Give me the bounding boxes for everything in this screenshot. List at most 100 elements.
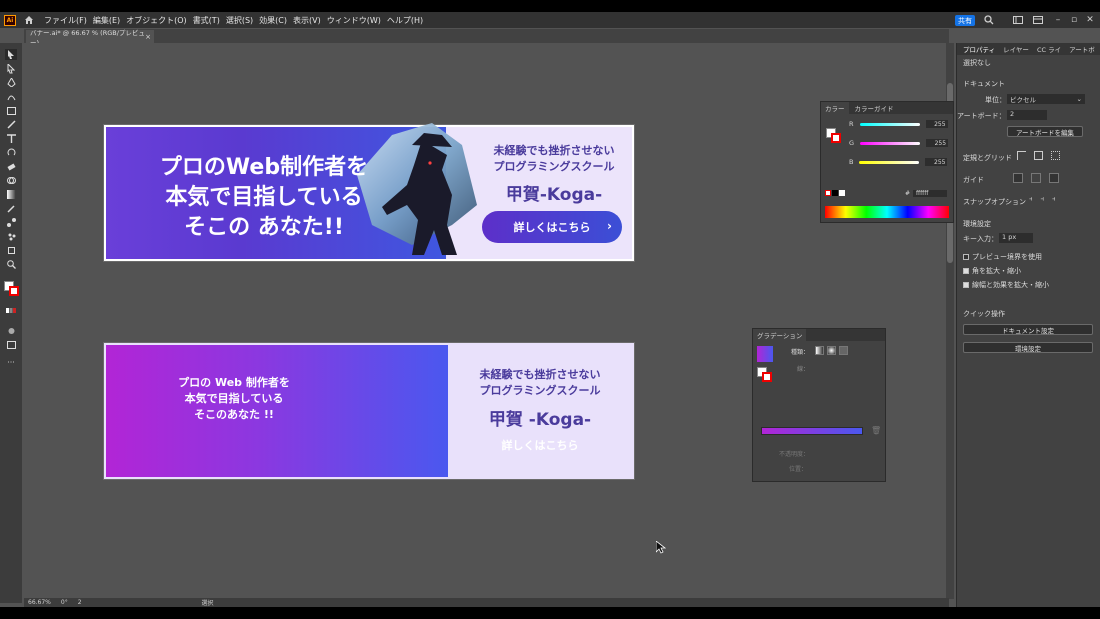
tab-artboards[interactable]: アートボ	[1069, 44, 1095, 54]
track-b[interactable]	[859, 160, 920, 164]
eyedropper-tool-icon[interactable]	[5, 203, 17, 214]
slider-g[interactable]: G 255	[849, 139, 949, 147]
snap-pixel-icon[interactable]: ⫞	[1041, 195, 1045, 204]
paintbrush-tool-icon[interactable]	[5, 119, 17, 130]
color-stroke-swatch[interactable]	[831, 133, 841, 143]
minimize-icon[interactable]: –	[1052, 14, 1064, 26]
type-tool-icon[interactable]	[5, 133, 17, 144]
snap-point-icon[interactable]: ⫞	[1029, 195, 1033, 204]
hex-value[interactable]: ffffff	[913, 190, 948, 197]
trash-icon[interactable]: 🗑	[871, 426, 881, 435]
edit-artboard-button[interactable]: アートボードを編集	[1007, 126, 1083, 137]
artboard-banner-1[interactable]: プロのWeb制作者を 本気で目指している そこの あなた!! 未経験でも挫折させ…	[104, 123, 634, 261]
tab-color[interactable]: カラー	[821, 102, 849, 114]
tab-properties[interactable]: プロパティ	[963, 44, 995, 54]
shape-builder-tool-icon[interactable]	[5, 175, 17, 186]
linear-gradient-icon[interactable]	[815, 346, 824, 355]
home-icon[interactable]	[22, 13, 36, 27]
ruler-icon[interactable]	[1017, 151, 1026, 160]
unit-select[interactable]: ピクセル ⌄	[1007, 94, 1085, 104]
guides-icons[interactable]	[1013, 173, 1059, 183]
grid-icon[interactable]	[1034, 151, 1043, 160]
arrange-icon[interactable]	[1032, 14, 1044, 26]
rectangle-tool-icon[interactable]	[5, 105, 17, 116]
restore-icon[interactable]: ▫	[1068, 14, 1080, 26]
zoom-level[interactable]: 66.67%	[28, 599, 51, 606]
gradient-slider[interactable]	[761, 427, 863, 435]
smart-guides-icon[interactable]	[1049, 173, 1059, 183]
direct-selection-tool-icon[interactable]	[5, 63, 17, 74]
close-icon[interactable]: ✕	[1084, 14, 1096, 26]
menu-effect[interactable]: 効果(C)	[259, 15, 287, 26]
slider-b[interactable]: B 255	[849, 158, 949, 166]
hex-field[interactable]: # ffffff	[905, 190, 948, 197]
tab-layers[interactable]: レイヤー	[1003, 44, 1029, 54]
rotation-value[interactable]: 0°	[61, 599, 68, 606]
menu-select[interactable]: 選択(S)	[226, 15, 253, 26]
tab-cc-libraries[interactable]: CC ライ	[1037, 44, 1061, 54]
scale-strokes-checkbox[interactable]	[963, 282, 969, 288]
gradient-preview-swatch[interactable]	[757, 346, 773, 362]
value-r[interactable]: 255	[925, 120, 948, 128]
gradient-stroke-swatch[interactable]	[762, 372, 772, 382]
draw-mode-icon[interactable]	[5, 325, 17, 336]
menu-view[interactable]: 表示(V)	[293, 15, 321, 26]
canvas[interactable]: プロのWeb制作者を 本気で目指している そこの あなた!! 未経験でも挫折させ…	[24, 43, 946, 599]
track-r[interactable]	[859, 122, 920, 126]
artboard-tool-icon[interactable]	[5, 245, 17, 256]
keyboard-increment-input[interactable]: 1 px	[999, 233, 1033, 243]
none-black-white-swatches[interactable]	[825, 190, 845, 197]
curvature-tool-icon[interactable]	[5, 91, 17, 102]
close-tab-icon[interactable]: ×	[145, 33, 151, 41]
track-g[interactable]	[860, 141, 921, 145]
workspace-icon[interactable]	[1012, 14, 1024, 26]
artboard-select[interactable]: 2	[1007, 110, 1047, 120]
preview-bounds-checkbox[interactable]	[963, 254, 969, 260]
gradient-tool-icon[interactable]	[5, 189, 17, 200]
menu-object[interactable]: オブジェクト(O)	[126, 15, 187, 26]
menu-window[interactable]: ウィンドウ(W)	[327, 15, 381, 26]
menu-type[interactable]: 書式(T)	[193, 15, 220, 26]
snap-icons[interactable]: ⫞ ⫞ ⫞	[1029, 195, 1056, 204]
menu-edit[interactable]: 編集(E)	[93, 15, 120, 26]
eraser-tool-icon[interactable]	[5, 161, 17, 172]
transparency-grid-icon[interactable]	[1051, 151, 1060, 160]
lock-guides-icon[interactable]	[1031, 173, 1041, 183]
artboard-navigator[interactable]: 2	[78, 599, 82, 606]
pen-tool-icon[interactable]	[5, 77, 17, 88]
color-mode-icon[interactable]	[5, 305, 17, 316]
more-tools-icon[interactable]: ···	[5, 357, 17, 368]
share-button[interactable]: 共有	[955, 15, 975, 26]
show-guides-icon[interactable]	[1013, 173, 1023, 183]
preview-bounds-option[interactable]: プレビュー境界を使用	[963, 252, 1042, 262]
snap-glyph-icon[interactable]: ⫞	[1052, 195, 1056, 204]
freeform-gradient-icon[interactable]	[839, 346, 848, 355]
gradient-type-buttons[interactable]	[815, 346, 848, 355]
scale-strokes-option[interactable]: 線幅と効果を拡大・縮小	[963, 280, 1049, 290]
blend-tool-icon[interactable]	[5, 217, 17, 228]
selection-tool-icon[interactable]	[5, 49, 17, 60]
rotate-tool-icon[interactable]	[5, 147, 17, 158]
artboard-banner-2[interactable]: プロの Web 制作者を 本気で目指している そこのあなた !! 未経験でも挫折…	[104, 343, 634, 479]
symbol-sprayer-tool-icon[interactable]	[5, 231, 17, 242]
menu-help[interactable]: ヘルプ(H)	[387, 15, 423, 26]
menu-file[interactable]: ファイル(F)	[44, 15, 87, 26]
color-spectrum[interactable]	[825, 206, 949, 218]
search-icon[interactable]	[983, 14, 995, 26]
banner1-details-button[interactable]: 詳しくはこちら ›	[482, 211, 622, 243]
slider-r[interactable]: R 255	[849, 120, 949, 128]
value-b[interactable]: 255	[925, 158, 948, 166]
document-tab[interactable]: バナー.ai* @ 66.67 % (RGB/プレビュー) ×	[26, 29, 154, 47]
scale-corners-option[interactable]: 角を拡大・縮小	[963, 266, 1021, 276]
tab-gradient[interactable]: グラデーション	[753, 329, 807, 341]
preferences-button[interactable]: 環境設定	[963, 342, 1093, 353]
radial-gradient-icon[interactable]	[827, 346, 836, 355]
document-setup-button[interactable]: ドキュメント設定	[963, 324, 1093, 335]
tab-color-guide[interactable]: カラーガイド	[849, 103, 900, 113]
value-g[interactable]: 255	[926, 139, 949, 147]
screen-mode-icon[interactable]	[5, 339, 17, 350]
scale-corners-checkbox[interactable]	[963, 268, 969, 274]
zoom-tool-icon[interactable]	[5, 259, 17, 270]
rulers-grid-icons[interactable]	[1017, 151, 1060, 160]
stroke-swatch[interactable]	[9, 286, 19, 296]
